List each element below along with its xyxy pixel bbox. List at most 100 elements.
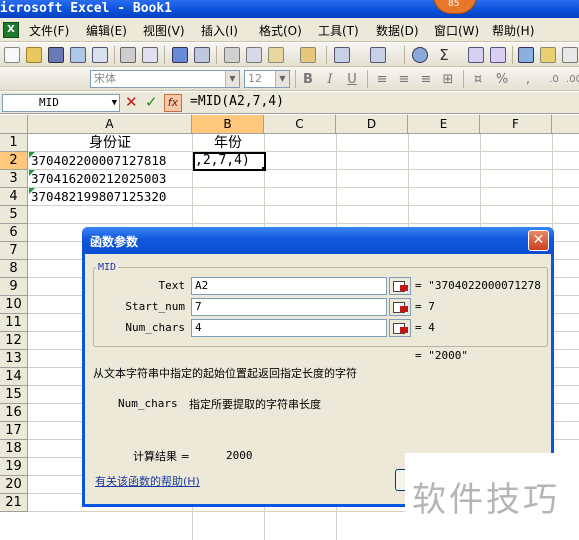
print-preview-icon[interactable] xyxy=(142,47,158,63)
menu-file[interactable]: 文件(F) xyxy=(29,22,69,39)
row-header[interactable]: 8 xyxy=(0,260,28,278)
print-icon[interactable] xyxy=(120,47,136,63)
row-header[interactable]: 18 xyxy=(0,440,28,458)
new-icon[interactable] xyxy=(4,47,20,63)
comma-style-icon[interactable]: , xyxy=(519,71,537,88)
row-header[interactable]: 1 xyxy=(0,134,28,152)
spelling-icon[interactable] xyxy=(172,47,188,63)
function-help-link[interactable]: 有关该函数的帮助(H) xyxy=(95,473,200,489)
column-header-g[interactable] xyxy=(552,115,579,134)
menu-view[interactable]: 视图(V) xyxy=(143,22,185,39)
cell-a3[interactable]: 370416200212025003 xyxy=(31,170,191,188)
zoom-icon[interactable] xyxy=(562,47,578,63)
merge-center-icon[interactable]: ⊞ xyxy=(439,71,457,88)
menu-help[interactable]: 帮助(H) xyxy=(492,22,534,39)
currency-icon[interactable]: ¤ xyxy=(469,71,487,88)
error-indicator-icon[interactable] xyxy=(29,188,35,194)
bold-button[interactable]: B xyxy=(299,71,317,88)
increase-decimal-icon[interactable]: .0 xyxy=(545,71,563,88)
cancel-formula-button[interactable]: ✕ xyxy=(125,93,138,111)
align-left-icon[interactable]: ≡ xyxy=(373,71,391,88)
collapse-dialog-icon[interactable] xyxy=(389,298,411,316)
row-header[interactable]: 15 xyxy=(0,386,28,404)
row-header[interactable]: 20 xyxy=(0,476,28,494)
align-center-icon[interactable]: ≡ xyxy=(395,71,413,88)
percent-button[interactable]: % xyxy=(493,71,511,88)
row-header[interactable]: 3 xyxy=(0,170,28,188)
menu-window[interactable]: 窗口(W) xyxy=(434,22,479,39)
dialog-title-bar[interactable]: 函数参数 ✕ xyxy=(82,227,554,254)
error-indicator-icon[interactable] xyxy=(29,170,35,176)
cell-b1[interactable]: 年份 xyxy=(192,134,264,152)
row-header[interactable]: 13 xyxy=(0,350,28,368)
mail-icon[interactable] xyxy=(92,47,108,63)
row-header[interactable]: 5 xyxy=(0,206,28,224)
excel-app-icon[interactable]: X xyxy=(3,22,19,38)
column-header-b[interactable]: B xyxy=(192,115,264,134)
paste-icon[interactable] xyxy=(268,47,284,63)
error-indicator-icon[interactable] xyxy=(29,152,35,158)
name-box[interactable]: MID ▼ xyxy=(2,94,120,112)
row-header[interactable]: 2 xyxy=(0,152,28,170)
row-header[interactable]: 16 xyxy=(0,404,28,422)
fill-handle[interactable] xyxy=(262,167,264,169)
column-header-a[interactable]: A xyxy=(28,115,192,134)
permission-icon[interactable] xyxy=(70,47,86,63)
arg-input-num-chars[interactable]: 4 xyxy=(191,319,387,337)
column-header-c[interactable]: C xyxy=(264,115,336,134)
hyperlink-icon[interactable] xyxy=(412,47,428,63)
row-header[interactable]: 21 xyxy=(0,494,28,512)
arg-input-text[interactable]: A2 xyxy=(191,277,387,295)
decrease-decimal-icon[interactable]: .00 xyxy=(565,71,579,88)
row-header[interactable]: 10 xyxy=(0,296,28,314)
column-header-d[interactable]: D xyxy=(336,115,408,134)
underline-button[interactable]: U xyxy=(343,71,361,88)
menu-insert[interactable]: 插入(I) xyxy=(201,22,238,39)
open-icon[interactable] xyxy=(26,47,42,63)
row-header[interactable]: 19 xyxy=(0,458,28,476)
font-name-combo[interactable]: 宋体 ▼ xyxy=(90,70,240,88)
row-header[interactable]: 14 xyxy=(0,368,28,386)
menu-tools[interactable]: 工具(T) xyxy=(318,22,359,39)
copy-icon[interactable] xyxy=(246,47,262,63)
cell-a4[interactable]: 370482199807125320 xyxy=(31,188,191,206)
row-header[interactable]: 11 xyxy=(0,314,28,332)
collapse-dialog-icon[interactable] xyxy=(389,277,411,295)
italic-button[interactable]: I xyxy=(321,71,339,88)
column-header-e[interactable]: E xyxy=(408,115,480,134)
row-header[interactable]: 9 xyxy=(0,278,28,296)
row-header[interactable]: 4 xyxy=(0,188,28,206)
cut-icon[interactable] xyxy=(224,47,240,63)
active-cell-b2[interactable]: ,2,7,4) xyxy=(193,152,266,171)
chart-wizard-icon[interactable] xyxy=(518,47,534,63)
select-all-corner[interactable] xyxy=(0,115,28,134)
column-header-f[interactable]: F xyxy=(480,115,552,134)
drawing-icon[interactable] xyxy=(540,47,556,63)
menu-edit[interactable]: 编辑(E) xyxy=(86,22,127,39)
menu-data[interactable]: 数据(D) xyxy=(376,22,419,39)
row-header[interactable]: 6 xyxy=(0,224,28,242)
format-painter-icon[interactable] xyxy=(300,47,316,63)
insert-function-button[interactable]: fx xyxy=(164,94,182,112)
save-icon[interactable] xyxy=(48,47,64,63)
cell-a1[interactable]: 身份证 xyxy=(28,134,192,152)
redo-icon[interactable] xyxy=(370,47,386,63)
research-icon[interactable] xyxy=(194,47,210,63)
sort-descending-icon[interactable] xyxy=(490,47,506,63)
sort-ascending-icon[interactable] xyxy=(468,47,484,63)
autosum-icon[interactable]: Σ xyxy=(436,47,452,63)
notification-badge[interactable]: 85 xyxy=(433,0,477,14)
menu-format[interactable]: 格式(O) xyxy=(259,22,302,39)
arg-input-start-num[interactable]: 7 xyxy=(191,298,387,316)
formula-input[interactable]: =MID(A2,7,4) xyxy=(190,94,284,109)
close-icon[interactable]: ✕ xyxy=(528,230,549,251)
undo-icon[interactable] xyxy=(334,47,350,63)
cell-a2[interactable]: 370402200007127818 xyxy=(31,152,191,170)
align-right-icon[interactable]: ≡ xyxy=(417,71,435,88)
enter-formula-button[interactable]: ✓ xyxy=(145,93,158,111)
row-header[interactable]: 17 xyxy=(0,422,28,440)
font-size-combo[interactable]: 12 ▼ xyxy=(244,70,290,88)
collapse-dialog-icon[interactable] xyxy=(389,319,411,337)
row-header[interactable]: 12 xyxy=(0,332,28,350)
row-header[interactable]: 7 xyxy=(0,242,28,260)
